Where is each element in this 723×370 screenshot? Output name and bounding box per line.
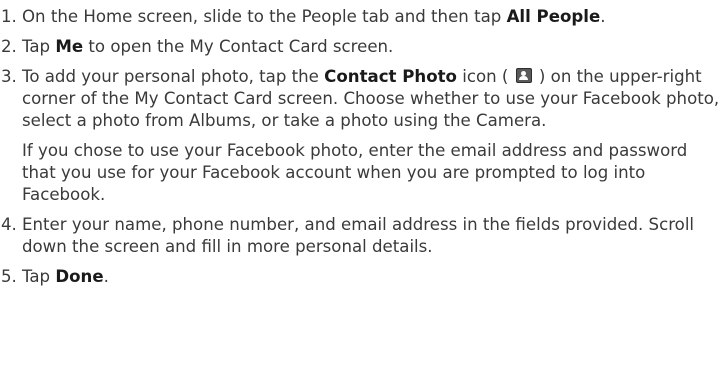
step-number: 1. bbox=[1, 7, 17, 26]
step-5: 5. Tap Done. bbox=[0, 266, 720, 288]
step-number: 4. bbox=[1, 215, 17, 234]
step-text-segment: to open the My Contact Card screen. bbox=[83, 37, 394, 56]
step-text-segment: Tap bbox=[22, 37, 56, 56]
step-number: 5. bbox=[1, 267, 17, 286]
step-text: Tap Me to open the My Contact Card scree… bbox=[22, 36, 720, 58]
step-number: 3. bbox=[1, 67, 17, 86]
step-text-segment: . bbox=[600, 7, 606, 26]
step-number: 2. bbox=[1, 37, 17, 56]
contact-photo-icon bbox=[515, 68, 532, 83]
step-4: 4. Enter your name, phone number, and em… bbox=[0, 214, 720, 258]
step-text-segment: Tap bbox=[22, 267, 56, 286]
step-text: On the Home screen, slide to the People … bbox=[22, 6, 720, 28]
ui-term-contact-photo: Contact Photo bbox=[324, 67, 457, 86]
step-text-segment: On the Home screen, slide to the People … bbox=[22, 7, 507, 26]
step-text: Tap Done. bbox=[22, 266, 720, 288]
ui-term-me: Me bbox=[55, 37, 84, 56]
step-text: To add your personal photo, tap the Cont… bbox=[22, 66, 720, 132]
step-1: 1. On the Home screen, slide to the Peop… bbox=[0, 6, 720, 28]
instruction-steps: 1. On the Home screen, slide to the Peop… bbox=[0, 6, 720, 296]
step-2: 2. Tap Me to open the My Contact Card sc… bbox=[0, 36, 720, 58]
ui-term-done: Done bbox=[55, 267, 104, 286]
step-text-segment: To add your personal photo, tap the bbox=[22, 67, 325, 86]
ui-term-all-people: All People bbox=[506, 7, 601, 26]
step-3: 3. To add your personal photo, tap the C… bbox=[0, 66, 720, 206]
step-text-segment: icon ( bbox=[456, 67, 514, 86]
step-note: If you chose to use your Facebook photo,… bbox=[22, 141, 688, 204]
step-text: Enter your name, phone number, and email… bbox=[22, 215, 695, 256]
step-text-segment: . bbox=[103, 267, 109, 286]
